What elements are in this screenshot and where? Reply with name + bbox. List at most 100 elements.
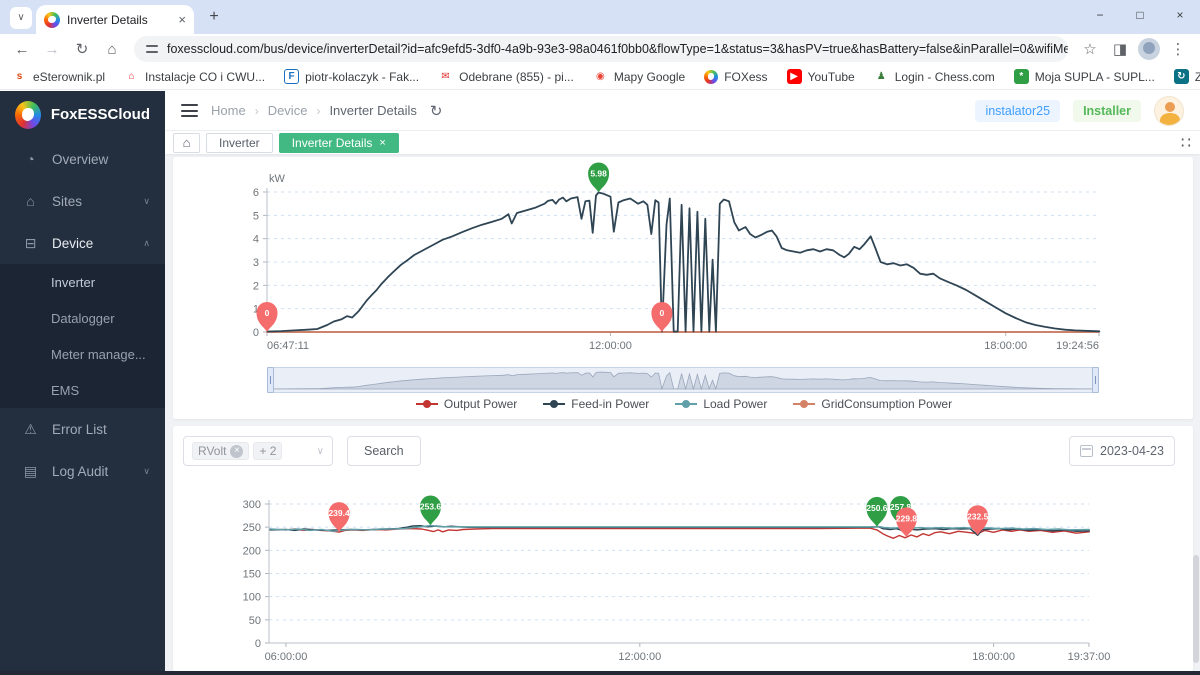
chart-legend: Output Power Feed-in Power Load Power GridC… [175, 393, 1193, 415]
page-scrollbar[interactable] [1193, 91, 1200, 671]
sidebar-item-error-list[interactable]: ⚠ Error List [0, 408, 165, 450]
legend-label: Load Power [703, 397, 768, 411]
power-chart-card: 0 1 2 3 4 5 6 06:47:11 12:00:00 18:00:00 19:24:56 k… [173, 157, 1193, 419]
date-value: 2023-04-23 [1100, 444, 1164, 458]
svg-text:229.8: 229.8 [896, 513, 918, 523]
back-button[interactable]: ← [8, 41, 36, 58]
legend-marker [675, 400, 698, 408]
bookmark-item[interactable]: * Moja SUPLA - SUPL... [1013, 69, 1155, 84]
breadcrumb-home[interactable]: Home [211, 103, 246, 118]
svg-text:6: 6 [253, 187, 259, 199]
tag-close-icon[interactable]: × [230, 444, 244, 458]
bookmark-item[interactable]: ↻ Zaloguj się do GOo... [1173, 69, 1200, 84]
url-bar[interactable]: foxesscloud.com/bus/device/inverterDetai… [134, 36, 1068, 62]
bookmark-item[interactable]: FOXess [704, 69, 768, 84]
legend-label: Feed-in Power [571, 397, 650, 411]
slider-handle-right[interactable] [1092, 367, 1099, 393]
bookmark-item[interactable]: Fpiotr-kolaczyk - Fak... [284, 69, 419, 84]
google-login-icon: ↻ [1173, 69, 1189, 84]
chart-marker-pin: 250.6 [866, 496, 888, 527]
browser-profile-avatar[interactable] [1138, 38, 1160, 60]
new-tab-button[interactable]: + [200, 3, 228, 31]
legend-item-gridconsumption-power[interactable]: GridConsumption Power [793, 397, 952, 411]
sidebar-item-device[interactable]: ⊟ Device ∧ [0, 222, 165, 264]
tab-search-caret[interactable]: ∨ [10, 7, 32, 29]
sidebar-item-overview[interactable]: ◔ Overview [0, 138, 165, 180]
user-badge[interactable]: instalator25 [975, 99, 1061, 122]
bookmark-label: eSterownik.pl [33, 69, 106, 84]
legend-marker [543, 400, 566, 408]
maximize-button[interactable]: □ [1120, 0, 1160, 30]
content: 0 1 2 3 4 5 6 06:47:11 12:00:00 18:00:00 19:24:56 k… [165, 154, 1200, 671]
sidebar-item-label: Meter manage... [51, 346, 146, 362]
sidebar-item-label: Sites [52, 193, 83, 209]
legend-marker [415, 400, 438, 408]
page-tab-inverter[interactable]: Inverter [206, 132, 273, 153]
app-header: Home › Device › Inverter Details ↻ instalato… [165, 91, 1200, 131]
data-zoom-slider[interactable] [267, 367, 1099, 393]
svg-text:253.6: 253.6 [420, 502, 442, 512]
page-tab-inverter-details[interactable]: Inverter Details × [278, 132, 399, 153]
site-info-icon[interactable] [146, 44, 158, 54]
svg-text:18:00:00: 18:00:00 [984, 340, 1027, 352]
minimize-button[interactable]: − [1080, 0, 1120, 30]
foxess-app: FoxESSCloud ◔ Overview ⌂ Sites ∨ ⊟ Device ∧ Inve… [0, 91, 1200, 671]
house-icon: ⌂ [128, 71, 135, 82]
bookmark-item[interactable]: ✉ Odebrane (855) - pi... [438, 69, 573, 84]
side-panel-icon[interactable]: ◨ [1106, 40, 1134, 58]
user-avatar[interactable] [1154, 95, 1184, 126]
esterownik-icon: s [16, 71, 23, 82]
page-tab-close-icon[interactable]: × [379, 134, 385, 152]
date-picker[interactable]: 2023-04-23 [1069, 436, 1175, 466]
variable-select[interactable]: RVolt × + 2 ∨ [183, 436, 333, 466]
sidebar-item-label: Datalogger [51, 310, 115, 326]
svg-text:06:47:11: 06:47:11 [267, 340, 309, 352]
collapse-sidebar-icon[interactable] [181, 104, 198, 117]
browser-home-button[interactable]: ⌂ [98, 41, 126, 58]
bookmark-item[interactable]: ◉ Mapy Google [593, 69, 685, 84]
close-button[interactable]: × [1160, 0, 1200, 30]
reload-button[interactable]: ↻ [68, 40, 96, 58]
sidebar-item-ems[interactable]: EMS [0, 372, 165, 408]
calendar-icon [1080, 445, 1094, 457]
chevron-down-icon: ∨ [143, 195, 150, 206]
legend-item-load-power[interactable]: Load Power [675, 397, 767, 411]
browser-tab[interactable]: Inverter Details × [36, 5, 194, 34]
search-button[interactable]: Search [347, 436, 421, 466]
bookmark-label: Zaloguj się do GOo... [1194, 69, 1200, 84]
sidebar-item-sites[interactable]: ⌂ Sites ∨ [0, 180, 165, 222]
breadcrumb-device[interactable]: Device [268, 103, 308, 118]
layout-grid-icon[interactable]: ∷ [1181, 133, 1192, 153]
tab-close-icon[interactable]: × [178, 12, 186, 27]
legend-item-feed-in-power[interactable]: Feed-in Power [543, 397, 649, 411]
refresh-icon[interactable]: ↻ [430, 102, 443, 120]
bookmark-item[interactable]: s eSterownik.pl [12, 69, 105, 84]
bookmark-item[interactable]: ⌂ Instalacje CO i CWU... [124, 69, 266, 84]
legend-marker [793, 400, 816, 408]
device-icon: ⊟ [24, 234, 37, 251]
sidebar-item-datalogger[interactable]: Datalogger [0, 300, 165, 336]
svg-text:kW: kW [269, 173, 286, 185]
page-tabbar: ⌂ Inverter Inverter Details × ∷ [165, 131, 1200, 154]
breadcrumb: Home › Device › Inverter Details [211, 103, 417, 118]
legend-item-output-power[interactable]: Output Power [415, 397, 517, 411]
foxess-logo [15, 100, 41, 129]
sidebar-item-log-audit[interactable]: ▤ Log Audit ∨ [0, 450, 165, 492]
browser-menu-icon[interactable]: ⋮ [1164, 40, 1192, 58]
forward-button[interactable]: → [38, 41, 66, 58]
select-tag: RVolt × [192, 442, 250, 460]
role-badge[interactable]: Installer [1073, 99, 1141, 122]
bookmark-item[interactable]: ▶ YouTube [786, 69, 855, 84]
chart-marker-pin: 0 [651, 302, 673, 332]
bookmark-item[interactable]: ♟ Login - Chess.com [874, 69, 995, 84]
bookmark-star-icon[interactable]: ☆ [1076, 40, 1104, 58]
sidebar-item-inverter[interactable]: Inverter [0, 264, 165, 300]
bookmark-label: Moja SUPLA - SUPL... [1034, 69, 1155, 84]
tab-home-icon[interactable]: ⌂ [173, 132, 200, 153]
slider-handle-left[interactable] [267, 367, 274, 393]
power-chart: 012345606:47:11 12:00:00 18:00:00 19:24:56k… [253, 162, 1101, 352]
sidebar-item-meter-manage[interactable]: Meter manage... [0, 336, 165, 372]
svg-text:0: 0 [255, 638, 261, 650]
scrollbar-thumb[interactable] [1193, 555, 1199, 663]
sidebar-item-label: Overview [52, 151, 109, 167]
